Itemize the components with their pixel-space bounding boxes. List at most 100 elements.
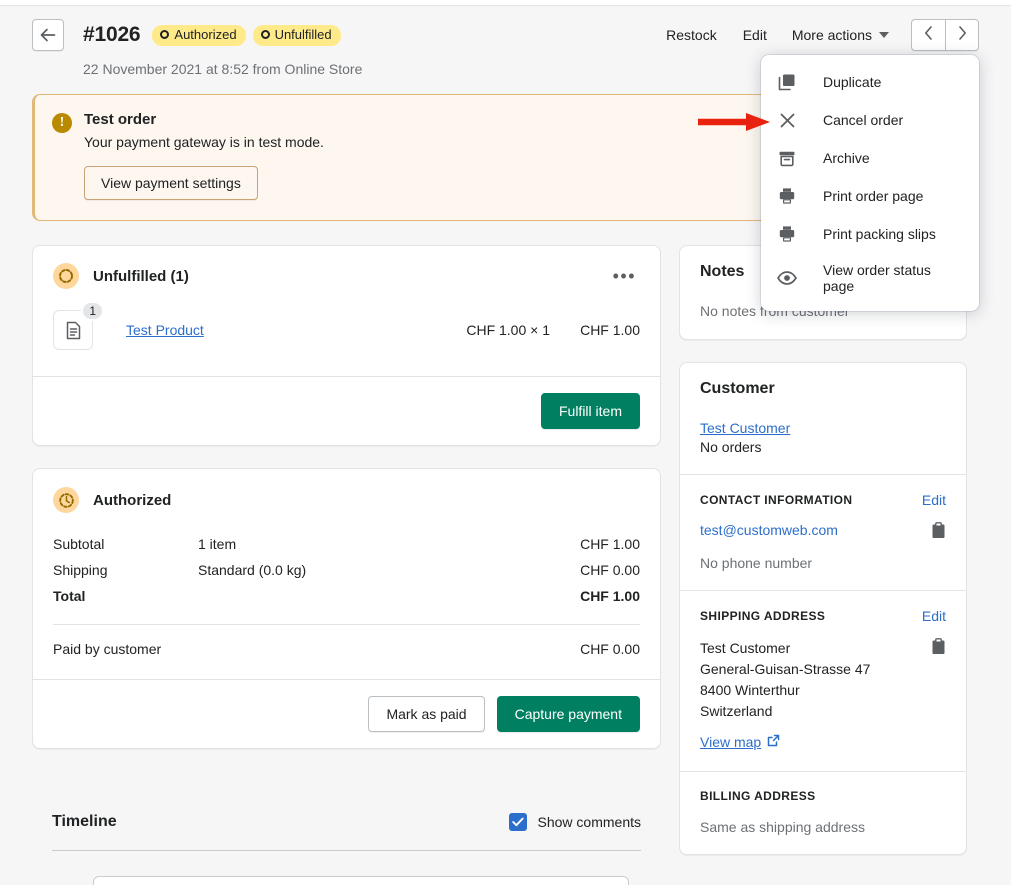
customer-section: Customer Test Customer No orders [680,363,966,474]
menu-item-print-order-page[interactable]: Print order page [761,177,979,215]
contact-information-title: Contact information [700,493,852,507]
payment-row-amount: CHF 1.00 [550,536,640,552]
payment-row-subtotal: Subtotal 1 item CHF 1.00 [53,531,640,557]
edit-button[interactable]: Edit [730,20,780,50]
timeline-divider [52,850,641,851]
contact-information-section: Contact information Edit test@customweb.… [680,474,966,590]
chevron-left-icon [924,26,933,45]
view-payment-settings-button[interactable]: View payment settings [84,166,258,200]
fulfillment-card: Unfulfilled (1) ••• 1 Test Product CHF 1… [32,245,661,446]
line-item-unit-price: CHF 1.00 × 1 [400,322,550,338]
customer-orders-count: No orders [700,439,946,455]
top-chrome-strip [0,0,1011,6]
line-item-thumbnail: 1 [53,310,93,350]
payment-row-amount: CHF 0.00 [550,562,640,578]
shipping-address-section: Shipping address Edit Test Customer Gene… [680,590,966,771]
view-map-link[interactable]: View map [700,734,780,750]
alert-exclamation-icon: ! [52,113,72,133]
line-item-product-link[interactable]: Test Product [126,322,204,338]
external-link-icon [767,734,780,750]
shipping-address-lines: Test Customer General-Guisan-Strasse 47 … [700,638,870,722]
ring-dot-icon [160,30,169,39]
customer-name-link[interactable]: Test Customer [700,420,946,436]
payment-row-label: Total [53,588,198,604]
ellipsis-icon[interactable]: ••• [609,265,640,287]
contact-email-row: test@customweb.com [700,522,946,544]
fulfillment-footer: Fulfill item [33,376,660,445]
fulfillment-title: Unfulfilled (1) [93,268,189,285]
customer-title: Customer [700,380,946,398]
status-badge-unfulfilled: Unfulfilled [253,25,341,46]
page-title: #1026 [83,23,140,47]
side-column: Notes No notes from customer Customer Te… [679,245,967,855]
status-badge-unfulfilled-label: Unfulfilled [275,27,332,43]
show-comments-toggle[interactable]: Show comments [509,813,641,831]
view-map-label: View map [700,734,761,750]
dashed-circle-icon [53,263,79,289]
previous-order-button[interactable] [911,19,945,51]
clipboard-copy-icon[interactable] [931,638,946,660]
line-item-total: CHF 1.00 [550,322,640,338]
customer-card: Customer Test Customer No orders Contact… [679,362,967,855]
contact-information-header: Contact information Edit [700,492,946,508]
paid-by-customer-label: Paid by customer [53,641,161,657]
payment-row-detail [198,588,550,604]
capture-payment-button[interactable]: Capture payment [497,696,640,732]
status-badge-authorized: Authorized [152,25,245,46]
clock-icon [53,487,79,513]
payment-title: Authorized [93,492,171,509]
payment-header: Authorized [33,469,660,527]
customer-email-link[interactable]: test@customweb.com [700,522,838,538]
menu-item-print-packing-slips[interactable]: Print packing slips [761,215,979,253]
payment-summary-table: Subtotal 1 item CHF 1.00 Shipping Standa… [33,527,660,609]
menu-item-label: Cancel order [823,112,903,128]
more-actions-dropdown: Duplicate Cancel order Archive [761,55,979,311]
ring-dot-icon [261,30,270,39]
payment-row-label: Subtotal [53,536,198,552]
arrow-left-icon [40,28,56,42]
edit-contact-information-link[interactable]: Edit [922,492,946,508]
menu-item-archive[interactable]: Archive [761,139,979,177]
quantity-badge: 1 [81,301,104,321]
show-comments-checkbox[interactable] [509,813,527,831]
eye-icon [777,268,797,288]
more-actions-label: More actions [792,27,872,43]
address-line: 8400 Winterthur [700,680,870,701]
line-item-row: 1 Test Product CHF 1.00 × 1 CHF 1.00 [33,304,660,376]
payment-row-detail: Standard (0.0 kg) [198,562,550,578]
status-badges: Authorized Unfulfilled [152,25,340,46]
banner-title: Test order [84,111,324,128]
payment-row-detail: 1 item [198,536,550,552]
header-actions: Restock Edit More actions [653,19,979,51]
clipboard-copy-icon[interactable] [931,522,946,544]
payment-row-total: Total CHF 1.00 [53,583,640,609]
edit-shipping-address-link[interactable]: Edit [922,608,946,624]
menu-item-duplicate[interactable]: Duplicate [761,63,979,101]
more-actions-button[interactable]: More actions [780,20,901,50]
billing-address-title: Billing address [700,789,946,803]
printer-icon [777,224,797,244]
timeline-comment-box[interactable] [93,876,629,885]
address-line: General-Guisan-Strasse 47 [700,659,870,680]
payment-row-shipping: Shipping Standard (0.0 kg) CHF 0.00 [53,557,640,583]
status-badge-authorized-label: Authorized [174,27,236,43]
banner-description: Your payment gateway is in test mode. [84,134,324,150]
menu-item-view-order-status-page[interactable]: View order status page [761,253,979,303]
menu-item-cancel-order[interactable]: Cancel order [761,101,979,139]
paid-by-customer-row: Paid by customer CHF 0.00 [33,625,660,679]
next-order-button[interactable] [945,19,979,51]
payment-row-label: Shipping [53,562,198,578]
restock-button[interactable]: Restock [653,20,730,50]
timeline-title: Timeline [52,813,117,831]
main-column: Unfulfilled (1) ••• 1 Test Product CHF 1… [32,245,661,749]
order-detail-page: #1026 Authorized Unfulfilled Restock Edi… [0,0,1011,885]
menu-item-label: View order status page [823,262,963,294]
address-line: Switzerland [700,701,870,722]
printer-icon [777,186,797,206]
fulfill-item-button[interactable]: Fulfill item [541,393,640,429]
address-line: Test Customer [700,638,870,659]
back-button[interactable] [32,19,64,51]
mark-as-paid-button[interactable]: Mark as paid [368,696,484,732]
payment-card: Authorized Subtotal 1 item CHF 1.00 Ship… [32,468,661,749]
shipping-address-body: Test Customer General-Guisan-Strasse 47 … [700,638,946,722]
